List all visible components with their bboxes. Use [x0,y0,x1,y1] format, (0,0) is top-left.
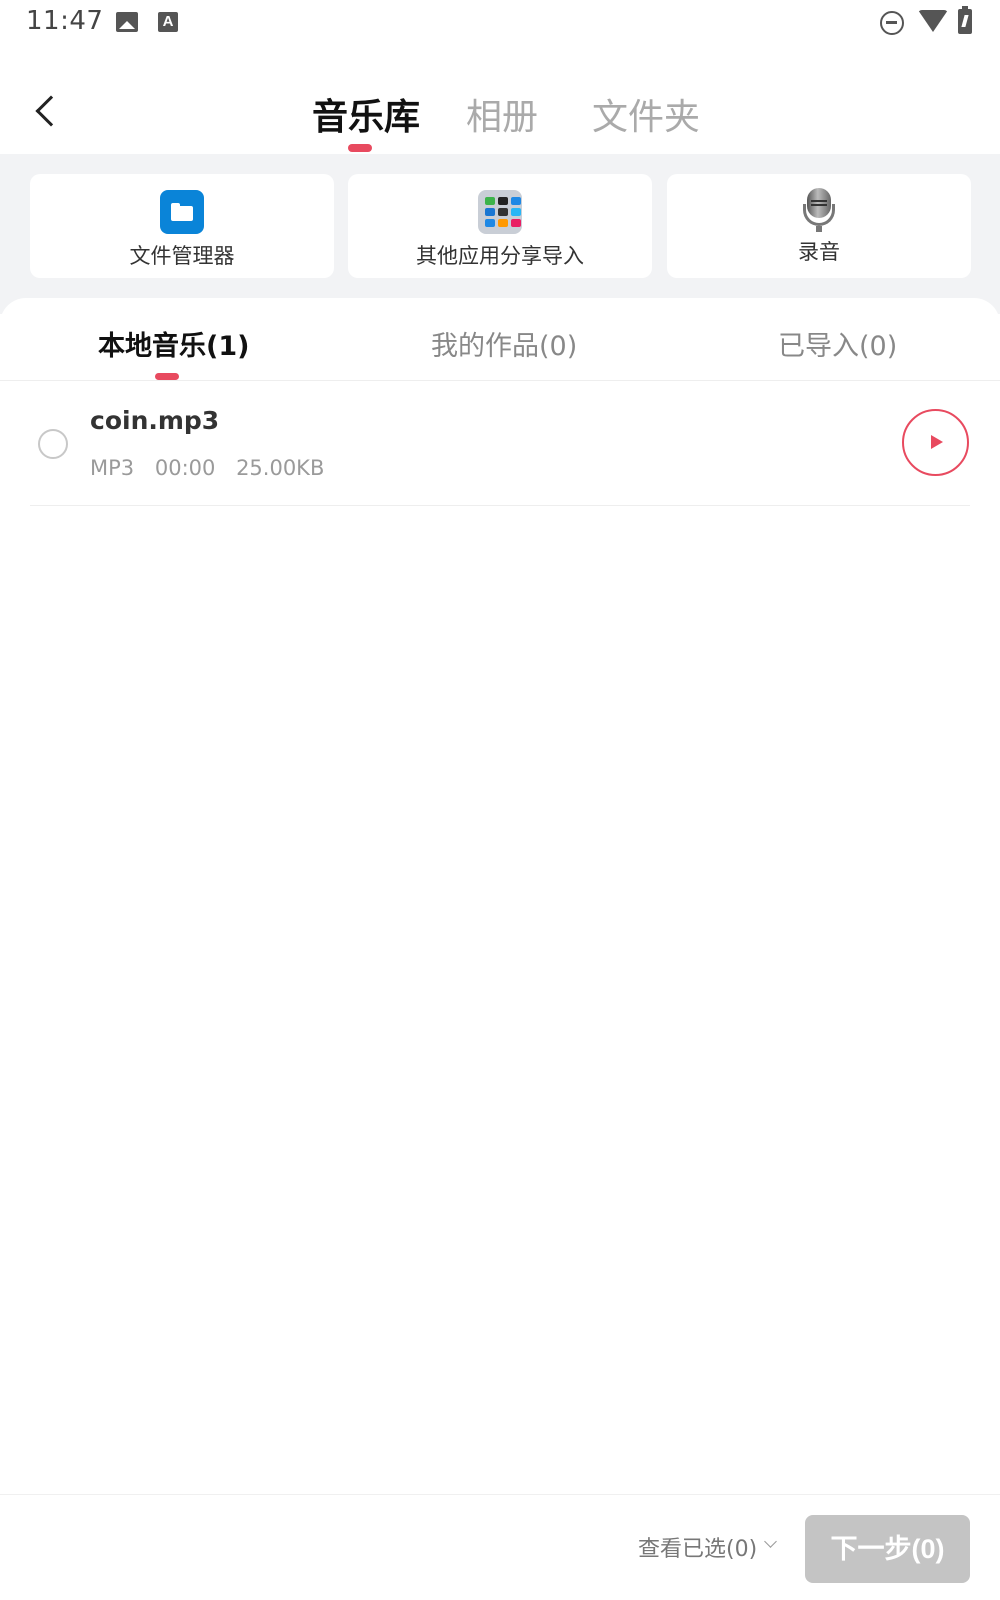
wifi-icon [918,10,948,32]
status-bar: 11:47 A [0,0,1000,50]
subtab-imported[interactable]: 已导入(0) [778,324,897,363]
record-audio-label: 录音 [798,240,840,264]
apps-grid-icon [478,190,522,234]
status-time: 11:47 [26,6,104,36]
active-tab-indicator [348,144,372,152]
microphone-icon [802,188,836,234]
file-name: coin.mp3 [90,406,220,435]
select-radio[interactable] [38,429,68,459]
play-button[interactable] [902,409,969,476]
tab-folder[interactable]: 文件夹 [592,88,700,140]
view-selected-link[interactable]: 查看已选(0) [638,1531,757,1563]
next-step-button[interactable]: 下一步(0) [805,1515,970,1583]
file-format: MP3 [90,456,135,480]
file-meta: MP3 00:00 25.00KB [90,456,338,480]
folder-icon [160,190,204,234]
file-duration: 00:00 [154,456,216,480]
file-manager-button[interactable]: 文件管理器 [30,174,334,278]
tab-music-library[interactable]: 音乐库 [312,88,420,140]
music-list-card: 本地音乐(1) 我的作品(0) 已导入(0) coin.mp3 MP3 00:0… [0,298,1000,1600]
subtab-my-works[interactable]: 我的作品(0) [431,324,577,363]
subtab-local-music[interactable]: 本地音乐(1) [98,324,249,363]
tab-album[interactable]: 相册 [466,88,538,140]
header: 音乐库 相册 文件夹 [0,50,1000,154]
record-audio-button[interactable]: 录音 [667,174,971,278]
do-not-disturb-icon [880,11,904,35]
active-subtab-indicator [155,373,179,380]
font-notification-icon: A [158,12,178,32]
other-apps-share-label: 其他应用分享导入 [416,244,584,268]
gallery-notification-icon [116,12,138,32]
list-item[interactable]: coin.mp3 MP3 00:00 25.00KB [30,382,970,506]
other-apps-share-button[interactable]: 其他应用分享导入 [348,174,652,278]
file-size: 25.00KB [236,456,325,480]
divider [0,380,1000,381]
battery-charging-icon [958,6,972,34]
chevron-down-icon[interactable] [764,1535,777,1548]
bottom-bar: 查看已选(0) 下一步(0) [0,1494,1000,1600]
music-import-screen: 11:47 A 音乐库 相册 文件夹 文件管理器 其他应用分享导入 录音 本地音… [0,0,1000,1600]
file-manager-label: 文件管理器 [129,244,235,268]
back-arrow-icon[interactable] [35,95,67,127]
play-icon [931,435,943,449]
